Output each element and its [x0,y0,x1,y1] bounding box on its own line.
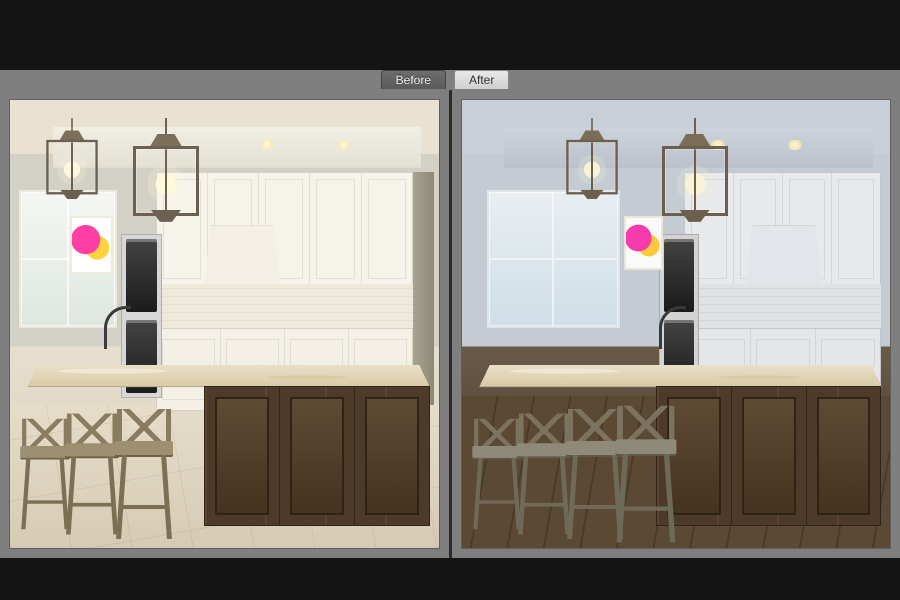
before-pane[interactable] [0,90,449,558]
after-label: After [454,70,509,89]
compare-view [0,90,900,558]
after-image [462,100,891,548]
compare-label-row: Before After [0,70,900,90]
after-pane[interactable] [449,90,900,558]
before-label: Before [381,70,446,89]
bottom-bar [0,558,900,600]
top-bar [0,0,900,70]
before-image [10,100,439,548]
app-root: Before After [0,0,900,600]
